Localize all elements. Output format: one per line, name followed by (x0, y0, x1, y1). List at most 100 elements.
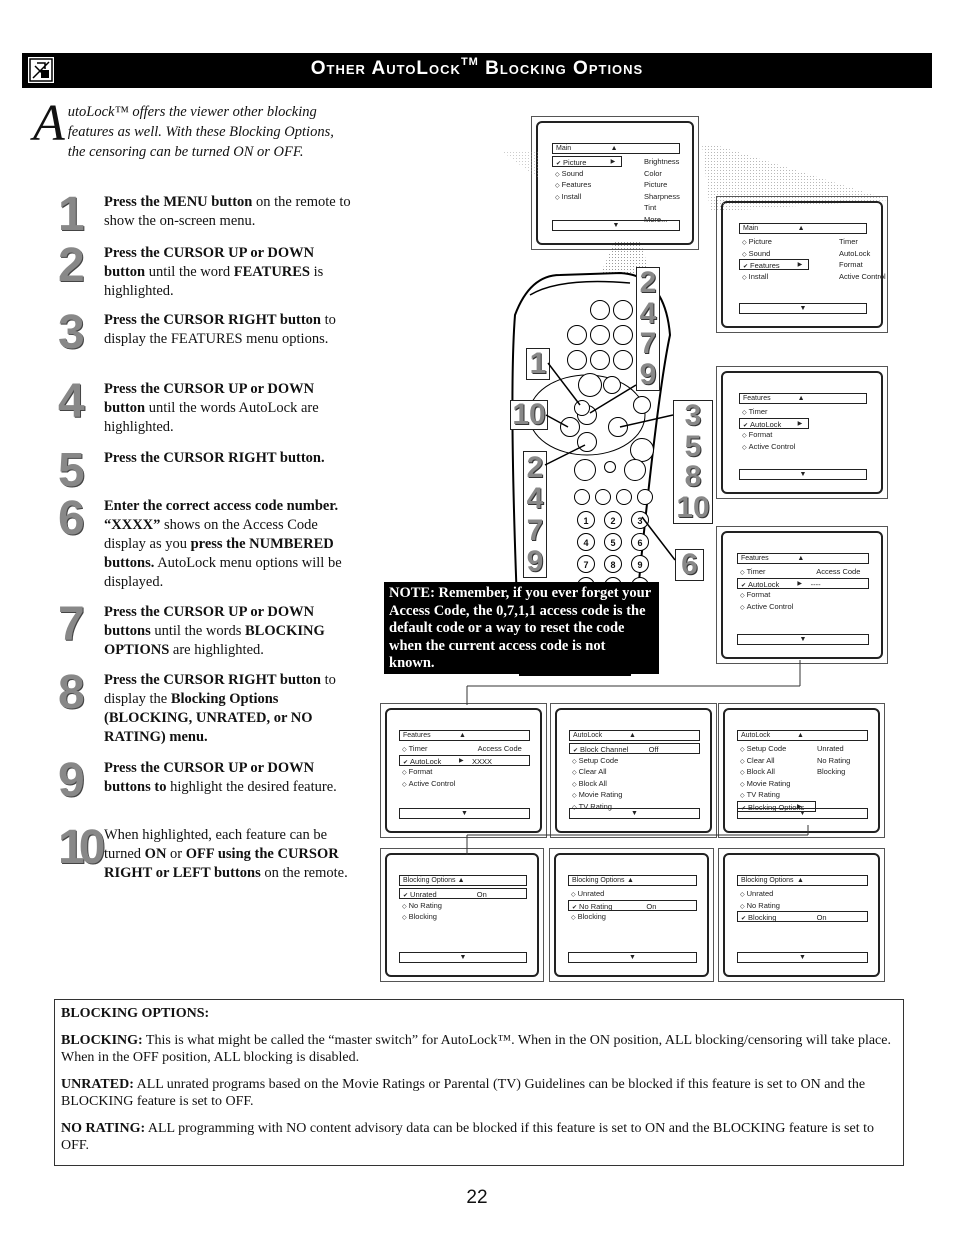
menu-button[interactable] (574, 400, 590, 416)
step-bold-text: FEATURES (233, 264, 310, 280)
transport-pause-button[interactable] (595, 489, 611, 505)
bullet-icon: ◇ (740, 604, 745, 611)
step-3: 3 Press the CURSOR RIGHT button to displa… (58, 309, 358, 357)
callout-step-number: 4 (526, 482, 544, 516)
trademark-mark: TM (460, 56, 479, 68)
osd-item-label: Blocking (408, 912, 437, 921)
osd-item: ✔ No Rating On (568, 899, 697, 911)
callout-right-mid: 3 5 8 10 (673, 400, 713, 524)
osd-item-label: No Rating (746, 900, 780, 910)
remote-button[interactable] (567, 325, 587, 345)
step-text: When highlighted, each feature can be tu… (104, 826, 358, 883)
mute-button[interactable] (604, 461, 616, 473)
callout-step-number: 9 (526, 544, 544, 578)
keypad-button[interactable]: 5 (604, 533, 622, 551)
dvd-menu-button[interactable] (633, 396, 651, 414)
step-text: Press the CURSOR RIGHT button. (104, 449, 358, 468)
heading-text: BLOCKING OPTIONS: (61, 1006, 210, 1021)
osd-item: ◇ Unrated (737, 888, 773, 899)
osd-item-label: Unrated (410, 890, 437, 899)
remote-button[interactable] (613, 350, 633, 370)
keypad-button[interactable]: 2 (604, 511, 622, 529)
step-10: 10 When highlighted, each feature can be … (58, 824, 358, 883)
arrow-down-icon: ▼ (629, 954, 636, 961)
volume-down-button[interactable] (574, 459, 596, 481)
intro-text: utoLock™ offers the viewer other blockin… (67, 104, 334, 160)
osd-item: ◇ Unrated (568, 888, 604, 899)
bullet-icon: ◇ (402, 903, 407, 910)
step-text: Press the CURSOR UP or DOWN buttons to h… (104, 759, 358, 797)
blocking-options-heading: BLOCKING OPTIONS: (61, 1005, 897, 1022)
callout-step-number: 8 (684, 460, 702, 493)
flow-connector-lines (466, 660, 809, 855)
osd-item: ◇ Format (739, 429, 772, 440)
osd-bottom-bar: ▼ (737, 952, 868, 963)
callout-left-mid: 10 (510, 400, 548, 430)
osd-menu: Features ▲ ◇ Timer ✔ AutoLock ▶ ◇ Format ◇ Active … (739, 393, 867, 480)
keypad-button[interactable]: 4 (577, 533, 595, 551)
option-blocking: BLOCKING: This is what might be called t… (61, 1032, 897, 1066)
option-text: ALL programming with NO content advisory… (61, 1121, 874, 1153)
osd-item: ✔ Unrated On (399, 888, 527, 899)
step-bold-text: Press the CURSOR RIGHT button (104, 312, 321, 328)
keypad-button[interactable]: 9 (631, 555, 649, 573)
transport-play-button[interactable] (637, 489, 653, 505)
osd-item-value: On (646, 901, 657, 911)
keypad-button[interactable]: 3 (631, 511, 649, 529)
transport-rec-button[interactable] (574, 489, 590, 505)
bullet-icon: ◇ (742, 410, 747, 416)
osd-title: Blocking Options (572, 877, 625, 884)
transport-stop-button[interactable] (616, 489, 632, 505)
step-1: 1 Press the MENU button on the remote to … (58, 191, 358, 239)
step-5: 5 Press the CURSOR RIGHT button. (58, 447, 358, 495)
remote-button[interactable] (590, 300, 610, 320)
bullet-icon: ◇ (740, 593, 745, 599)
osd-title-bar: Blocking Options ▲ (737, 875, 868, 886)
step-text: Press the MENU button on the remote to s… (104, 193, 358, 231)
callout-step-number: 2 (639, 266, 657, 299)
step-bold-text: Press the CURSOR RIGHT button. (104, 450, 325, 466)
arrow-up-icon: ▲ (457, 877, 465, 884)
arrow-up-icon: ▲ (797, 395, 805, 402)
remote-button[interactable] (590, 325, 610, 345)
option-text: ALL unrated programs based on the Movie … (61, 1077, 866, 1109)
bullet-icon: ◇ (402, 915, 407, 921)
osd-title: Features (743, 395, 771, 402)
keypad-button[interactable]: 8 (604, 555, 622, 573)
bullet-icon: ◇ (740, 903, 745, 910)
step-plain-text: until the words (150, 623, 245, 639)
osd-item-label: Unrated (577, 889, 605, 898)
osd-menu: Blocking Options ▲ ◇ Unrated ◇ No Rating ✔ Bloc… (737, 875, 868, 963)
osd-menu: Blocking Options ▲ ◇ Unrated ✔ No Rating On ◇ Bl… (568, 875, 697, 963)
page-number: 22 (466, 1187, 488, 1208)
keypad-button[interactable]: 7 (577, 555, 595, 573)
remote-button[interactable] (613, 325, 633, 345)
remote-button[interactable] (590, 350, 610, 370)
remote-button[interactable] (613, 300, 633, 320)
cursor-right-button[interactable] (608, 417, 628, 437)
callout-step-number: 4 (639, 296, 657, 330)
osd-item: ◇ Active Control (739, 441, 795, 452)
osd-menu: Blocking Options ▲ ✔ Unrated On ◇ No Rating ◇ Bl… (399, 875, 527, 963)
callout-step-number: 10 (676, 490, 710, 524)
cursor-left-button[interactable] (560, 417, 580, 437)
osd-item-label: AutoLock (750, 419, 782, 429)
step-number: 9 (58, 754, 85, 807)
keypad-button[interactable]: 6 (631, 533, 649, 551)
keypad-button[interactable]: 1 (577, 511, 595, 529)
channel-down-button[interactable] (624, 459, 646, 481)
bullet-icon: ◇ (571, 915, 576, 921)
remote-button[interactable] (567, 350, 587, 370)
cursor-down-button[interactable] (577, 432, 597, 452)
remote-button-profile[interactable] (603, 376, 621, 394)
remote-button-wide[interactable] (578, 373, 602, 397)
osd-item-label: No Rating (408, 900, 442, 910)
osd-item: ✔ Blocking On (737, 911, 868, 922)
option-term: UNRATED: (61, 1077, 134, 1092)
title-text-2: Blocking Options (478, 58, 644, 79)
osd-title: Features (741, 555, 769, 562)
arrow-up-icon: ▲ (627, 877, 634, 884)
osd-item-label: Active Control (746, 601, 794, 611)
check-icon: ✔ (403, 893, 409, 899)
osd-access-code-label: Access Code (816, 567, 861, 576)
